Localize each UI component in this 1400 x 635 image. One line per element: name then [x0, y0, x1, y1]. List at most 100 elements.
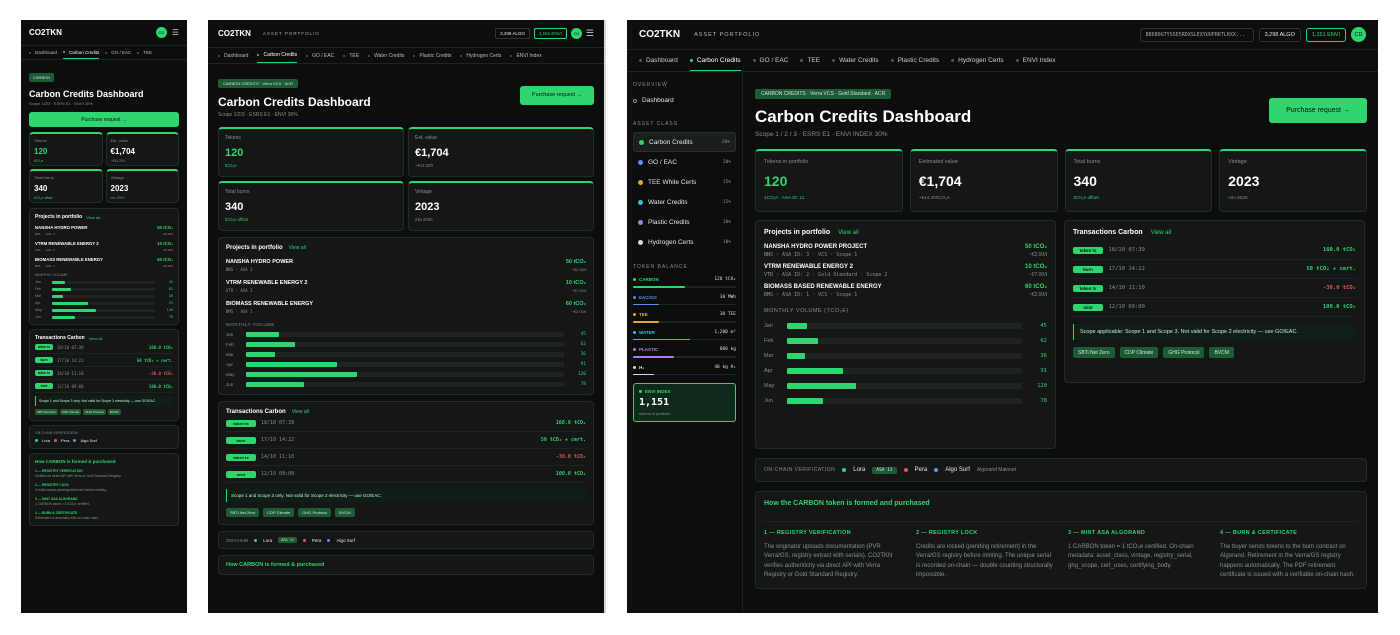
tab-envi-index[interactable]: ENVI Index	[1015, 50, 1056, 71]
transaction-row[interactable]: burn 17/10 14:22 50 tCO₂ + cert.	[1073, 260, 1356, 279]
tab-hydrogen-certs[interactable]: Hydrogen Certs	[460, 48, 501, 63]
transaction-amount: 100.0 tCO₂	[1322, 304, 1356, 310]
project-meta: BMS · ASA 1	[35, 264, 55, 268]
lora-link[interactable]: Lora	[263, 538, 272, 543]
tab-water-credits[interactable]: Water Credits	[832, 50, 879, 71]
pera-link[interactable]: Pera	[312, 538, 322, 543]
how-card: How the CARBON token is formed and purch…	[755, 491, 1367, 590]
tab-carbon-credits[interactable]: Carbon Credits	[689, 50, 741, 71]
transaction-row[interactable]: token tx 14/10 11:10 -30.0 tCO₂	[1073, 279, 1356, 298]
transaction-row[interactable]: token tx 14/10 11:10 -30.0 tCO₂	[226, 449, 586, 466]
standard-badge: BVCM	[335, 508, 355, 517]
purchase-button[interactable]: Purchase request →	[1269, 97, 1367, 123]
envi-index-card[interactable]: ENVI INDEX 1,151 tokens in portfolio	[633, 383, 736, 422]
transaction-row[interactable]: burn 17/10 14:22 50 tCO₂ + cert.	[35, 354, 173, 367]
sidebar-asset-carbon-credits[interactable]: Carbon Credits 30%	[633, 132, 736, 152]
tab-dot-icon	[137, 51, 140, 54]
transaction-row[interactable]: mint 12/10 09:00 100.0 tCO₂	[226, 466, 586, 483]
purchase-button[interactable]: Purchase request →	[29, 112, 179, 127]
view-all-link[interactable]: View all	[1151, 230, 1172, 236]
sidebar-asset-plastic-credits[interactable]: Plastic Credits 10%	[633, 212, 736, 232]
project-row[interactable]: BIOMASS RENEWABLE ENERGY BMS · ASA 1 60 tC…	[35, 257, 173, 268]
transaction-row[interactable]: burn 17/10 14:22 50 tCO₂ + cert.	[226, 432, 586, 449]
tab-plastic-credits[interactable]: Plastic Credits	[890, 50, 939, 71]
brand-logo[interactable]: CO2TKN	[218, 29, 251, 38]
transaction-row[interactable]: token tx 14/10 11:10 -30.0 tCO₂	[35, 367, 173, 380]
sidebar-item-dashboard[interactable]: Dashboard	[633, 97, 736, 104]
month-row: Feb 62	[35, 287, 173, 291]
tab-water-credits[interactable]: Water Credits	[368, 48, 404, 63]
transaction-row[interactable]: mint 12/10 09:00 100.0 tCO₂	[1073, 298, 1356, 317]
project-row[interactable]: NANSHA HYDRO POWER PROJECT NNS · ASA ID: …	[764, 244, 1047, 258]
transaction-row[interactable]: token tx 18/10 07:39 160.0 tCO₂	[226, 415, 586, 432]
tab-carbon-credits[interactable]: Carbon Credits	[63, 46, 100, 59]
project-row[interactable]: VTRM RENEWABLE ENERGY 2 VTR · ASA 2 10 tCO…	[35, 241, 173, 252]
algosurf-link[interactable]: Algo Surf	[80, 438, 96, 443]
algosurf-link[interactable]: Algo Surf	[336, 538, 355, 543]
transactions-title: Transactions Carbon	[226, 409, 286, 415]
view-all-link[interactable]: View all	[838, 230, 859, 236]
project-row[interactable]: BIOMASS RENEWABLE ENERGY BMS · ASA 1 60 tC…	[226, 301, 586, 314]
avatar[interactable]: CD	[570, 28, 582, 39]
balance-value: 1,200 m³	[714, 329, 736, 335]
pera-link[interactable]: Pera	[915, 467, 928, 473]
month-row: Feb 62	[764, 338, 1047, 344]
tab-go-eac[interactable]: GO / EAC	[752, 50, 788, 71]
sidebar-asset-tee-white-certs[interactable]: TEE White Certs 15%	[633, 172, 736, 192]
page-title: Carbon Credits Dashboard	[29, 89, 144, 99]
tab-hydrogen-certs[interactable]: Hydrogen Certs	[951, 50, 1004, 71]
lora-dot-icon	[35, 439, 38, 442]
transaction-row[interactable]: token tx 18/10 07:39 160.0 tCO₂	[35, 341, 173, 354]
sidebar-asset-go-eac[interactable]: GO / EAC 20%	[633, 152, 736, 172]
lora-link[interactable]: Lora	[853, 467, 865, 473]
avatar[interactable]: CD	[155, 27, 167, 38]
sidebar-asset-water-credits[interactable]: Water Credits 15%	[633, 192, 736, 212]
project-row[interactable]: BIOMASS BASED RENEWABLE ENERGY BMS · ASA …	[764, 284, 1047, 298]
view-all-link[interactable]: View all	[89, 336, 103, 341]
tab-label: Dashboard	[646, 57, 678, 64]
tab-go-eac[interactable]: GO / EAC	[105, 46, 131, 59]
balance-name: EAC/GO	[639, 294, 657, 300]
month-row: May 120	[35, 308, 173, 312]
lora-link[interactable]: Lora	[42, 438, 50, 443]
tab-carbon-credits[interactable]: Carbon Credits	[257, 48, 298, 63]
menu-icon[interactable]: ☰	[586, 28, 594, 39]
tab-tee[interactable]: TEE	[800, 50, 820, 71]
brand-logo[interactable]: CO2TKN	[29, 28, 62, 37]
project-row[interactable]: VTRM RENEWABLE ENERGY 2 VTR · ASA ID: 2 ·…	[764, 264, 1047, 278]
pera-link[interactable]: Pera	[61, 438, 69, 443]
balance-dot-icon	[633, 348, 636, 351]
wallet-address[interactable]: BB6B0GTYSSD5RDXSLEXYUUPRKTLRXX...	[1139, 27, 1254, 42]
tab-tee[interactable]: TEE	[343, 48, 359, 63]
menu-icon[interactable]: ☰	[172, 28, 179, 37]
process-step: 2 — REGISTRY LOCK Credits locked pending …	[35, 483, 173, 492]
tab-envi-index[interactable]: ENVI Index	[510, 48, 542, 63]
tab-dashboard[interactable]: Dashboard	[218, 48, 248, 63]
tab-dashboard[interactable]: Dashboard	[29, 46, 57, 59]
sidebar-asset-hydrogen-certs[interactable]: Hydrogen Certs 10%	[633, 232, 736, 252]
view-all-link[interactable]: View all	[292, 409, 309, 415]
algosurf-link[interactable]: Algo Surf	[945, 467, 970, 473]
kpi-value: 340	[34, 184, 48, 193]
transaction-row[interactable]: mint 12/10 09:00 100.0 tCO₂	[35, 380, 173, 393]
view-all-link[interactable]: View all	[86, 215, 100, 220]
tab-plastic-credits[interactable]: Plastic Credits	[413, 48, 451, 63]
brand-logo[interactable]: CO2TKN	[639, 29, 680, 40]
asset-percent: 30%	[721, 139, 730, 145]
project-row[interactable]: NANSHA HYDRO POWER NNS · ASA 3 50 tCO₂ ~€2.…	[226, 259, 586, 272]
process-step: 2 — REGISTRY LOCK Credits are locked (pen…	[916, 530, 1054, 580]
project-row[interactable]: VTRM RENEWABLE ENERGY 2 VTR · ASA 2 10 tCO…	[226, 280, 586, 293]
desktop-frame: CO2TKN ASSET PORTFOLIO BB6B0GTYSSD5RDXSL…	[627, 20, 1378, 613]
purchase-button[interactable]: Purchase request →	[520, 85, 594, 105]
tab-go-eac[interactable]: GO / EAC	[306, 48, 334, 63]
tab-dashboard[interactable]: Dashboard	[639, 50, 678, 71]
view-all-link[interactable]: View all	[289, 245, 306, 251]
avatar[interactable]: CD	[1351, 27, 1366, 42]
tab-tee[interactable]: TEE	[137, 46, 152, 59]
transaction-row[interactable]: token tx 18/10 07:39 160.0 tCO₂	[1073, 241, 1356, 260]
project-row[interactable]: NANSHA HYDRO POWER NNS · ASA 3 50 tCO₂ ~€2.…	[35, 225, 173, 236]
month-row: Mar 36	[35, 294, 173, 298]
project-quantity: 60 tCO₂	[1024, 284, 1047, 290]
monthly-title: MONTHLY VOLUME (TCO₂E)	[764, 308, 849, 314]
algosurf-dot-icon	[73, 439, 77, 442]
